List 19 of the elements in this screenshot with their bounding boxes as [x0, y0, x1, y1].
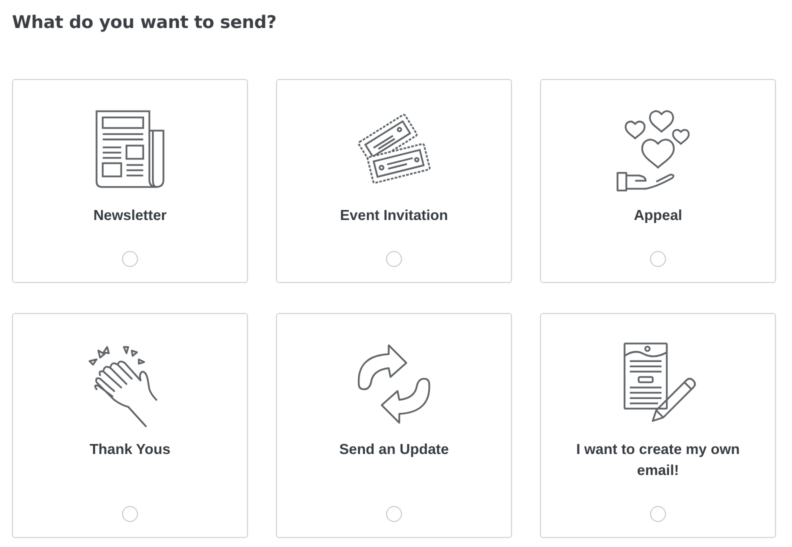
page-heading: What do you want to send? — [12, 12, 278, 35]
option-label: Send an Update — [339, 441, 449, 460]
radio-button[interactable] — [650, 251, 666, 267]
option-card[interactable]: I want to create my own email! — [540, 313, 776, 538]
radio-button[interactable] — [386, 506, 402, 522]
radio-button[interactable] — [122, 251, 138, 267]
radio-button[interactable] — [122, 506, 138, 522]
option-card[interactable]: Event Invitation — [276, 79, 512, 283]
option-label: Thank Yous — [90, 441, 170, 460]
option-label: Newsletter — [93, 207, 167, 226]
option-label: Event Invitation — [340, 207, 448, 226]
option-label: I want to create my own email! — [575, 441, 741, 481]
option-card[interactable]: Newsletter — [12, 79, 248, 283]
radio-button[interactable] — [386, 251, 402, 267]
option-card[interactable]: Send an Update — [276, 313, 512, 538]
option-card[interactable]: Appeal — [540, 79, 776, 283]
option-label: Appeal — [634, 207, 682, 226]
radio-button[interactable] — [650, 506, 666, 522]
option-card[interactable]: Thank Yous — [12, 313, 248, 538]
